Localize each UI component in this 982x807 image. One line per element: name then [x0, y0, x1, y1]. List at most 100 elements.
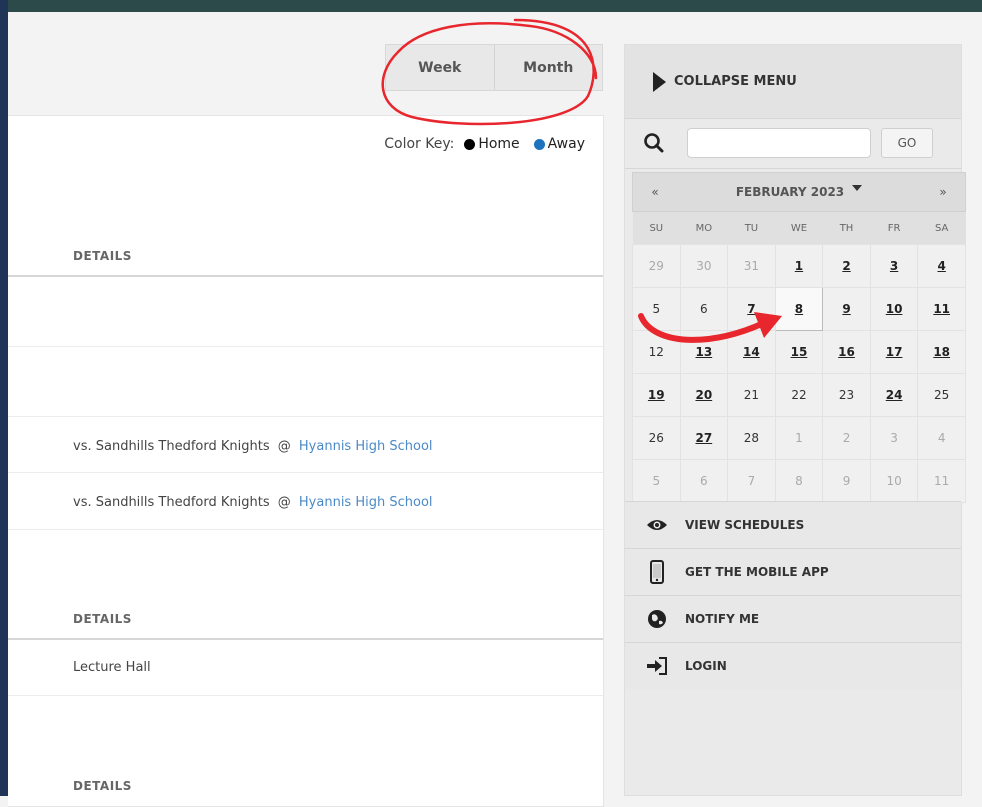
event-row[interactable]: vs. Sandhills Thedford Knights @ Hyannis…	[8, 439, 603, 454]
calendar-week: 26 27 28 1 2 3 4	[632, 416, 966, 460]
calendar-day[interactable]: 4	[917, 416, 966, 460]
location-link[interactable]: Hyannis High School	[299, 439, 433, 454]
calendar-day[interactable]: 29	[632, 244, 681, 288]
divider	[8, 472, 603, 473]
divider	[8, 638, 603, 640]
calendar-day[interactable]: 13	[679, 330, 729, 374]
calendar-day[interactable]: 1	[774, 244, 824, 288]
calendar-day[interactable]: 27	[679, 416, 729, 460]
calendar-header: « FEBRUARY 2023 »	[632, 172, 966, 212]
schedule-panel: Color Key: Home Away DETAILS vs. Sandhil…	[8, 115, 604, 807]
prev-month-button[interactable]: «	[633, 173, 677, 211]
away-label: Away	[547, 136, 585, 152]
calendar-day[interactable]: 26	[632, 416, 681, 460]
calendar-day[interactable]: 30	[679, 244, 729, 288]
weekday-row: SU MO TU WE TH FR SA	[632, 212, 966, 245]
calendar-day[interactable]: 31	[727, 244, 776, 288]
divider	[8, 695, 603, 696]
calendar-day[interactable]: 3	[869, 416, 919, 460]
search-row: GO	[625, 118, 961, 169]
next-month-button[interactable]: »	[921, 173, 965, 211]
divider	[8, 346, 603, 347]
calendar-day[interactable]: 19	[632, 373, 681, 417]
view-schedules-button[interactable]: VIEW SCHEDULES	[625, 501, 961, 548]
calendar-week: 19 20 21 22 23 24 25	[632, 373, 966, 417]
calendar-day[interactable]: 7	[727, 459, 776, 503]
play-triangle-icon	[653, 71, 666, 92]
calendar-day[interactable]: 9	[822, 459, 871, 503]
week-view-button[interactable]: Week	[386, 45, 494, 90]
go-button[interactable]: GO	[881, 128, 933, 158]
mini-calendar: « FEBRUARY 2023 » SU MO TU WE TH FR SA 2…	[632, 172, 966, 503]
calendar-week: 29 30 31 1 2 3 4	[632, 244, 966, 288]
event-row[interactable]: Lecture Hall	[8, 660, 603, 675]
calendar-day[interactable]: 28	[727, 416, 776, 460]
calendar-day[interactable]: 18	[917, 330, 966, 374]
calendar-day[interactable]: 2	[822, 416, 871, 460]
mobile-phone-icon	[645, 560, 669, 584]
globe-icon	[645, 608, 669, 630]
eye-icon	[645, 514, 669, 536]
away-color-dot	[533, 138, 545, 150]
calendar-day[interactable]: 14	[727, 330, 776, 374]
left-edge-bar	[0, 0, 8, 796]
mobile-app-label: GET THE MOBILE APP	[685, 565, 829, 579]
details-header: DETAILS	[73, 612, 132, 626]
mobile-app-button[interactable]: GET THE MOBILE APP	[625, 548, 961, 595]
color-key: Color Key: Home Away	[384, 136, 585, 152]
calendar-day[interactable]: 7	[727, 287, 776, 331]
login-button[interactable]: LOGIN	[625, 642, 961, 689]
weekday-label: TH	[822, 212, 871, 245]
month-title-text: FEBRUARY 2023	[735, 185, 845, 199]
event-row[interactable]: vs. Sandhills Thedford Knights @ Hyannis…	[8, 495, 603, 510]
calendar-day[interactable]: 22	[774, 373, 824, 417]
calendar-day[interactable]: 17	[869, 330, 919, 374]
calendar-day[interactable]: 25	[917, 373, 966, 417]
top-bar	[0, 0, 982, 12]
weekday-label: MO	[680, 212, 728, 245]
calendar-day[interactable]: 5	[632, 287, 681, 331]
calendar-day[interactable]: 20	[679, 373, 729, 417]
at-symbol: @	[277, 439, 291, 454]
calendar-grid: SU MO TU WE TH FR SA 29 30 31 1 2 3 4 5 …	[632, 212, 966, 503]
details-header: DETAILS	[73, 249, 132, 263]
calendar-day[interactable]: 16	[822, 330, 871, 374]
calendar-day[interactable]: 11	[917, 287, 966, 331]
search-icon[interactable]	[643, 132, 665, 154]
sidebar: COLLAPSE MENU GO « FEBRUARY 2023 » SU MO…	[624, 44, 966, 796]
calendar-week: 12 13 14 15 16 17 18	[632, 330, 966, 374]
calendar-day[interactable]: 3	[869, 244, 919, 288]
month-view-button[interactable]: Month	[493, 45, 603, 90]
notify-me-button[interactable]: NOTIFY ME	[625, 595, 961, 642]
calendar-day[interactable]: 8	[774, 459, 824, 503]
calendar-day[interactable]: 1	[774, 416, 824, 460]
weekday-label: FR	[870, 212, 918, 245]
home-label: Home	[478, 136, 520, 152]
month-title[interactable]: FEBRUARY 2023	[677, 173, 921, 211]
calendar-day[interactable]: 24	[869, 373, 919, 417]
calendar-day[interactable]: 21	[727, 373, 776, 417]
calendar-day[interactable]: 5	[632, 459, 681, 503]
search-input[interactable]	[687, 128, 871, 158]
sign-in-icon	[645, 655, 669, 677]
opponent-text: vs. Sandhills Thedford Knights	[73, 439, 270, 454]
calendar-day[interactable]: 23	[822, 373, 871, 417]
calendar-day[interactable]: 12	[632, 330, 681, 374]
divider	[8, 275, 603, 277]
calendar-day[interactable]: 6	[679, 287, 729, 331]
collapse-menu-button[interactable]: COLLAPSE MENU	[625, 45, 961, 119]
calendar-day[interactable]: 15	[774, 330, 824, 374]
location-link[interactable]: Hyannis High School	[299, 495, 433, 510]
calendar-day[interactable]: 2	[822, 244, 871, 288]
calendar-day[interactable]: 11	[917, 459, 966, 503]
calendar-day[interactable]: 4	[917, 244, 966, 288]
calendar-day[interactable]: 10	[869, 287, 919, 331]
divider	[8, 416, 603, 417]
login-label: LOGIN	[685, 659, 727, 673]
calendar-day-selected[interactable]: 8	[774, 287, 824, 331]
at-symbol: @	[277, 495, 291, 510]
calendar-day[interactable]: 10	[869, 459, 919, 503]
details-header: DETAILS	[73, 779, 132, 793]
calendar-day[interactable]: 6	[679, 459, 729, 503]
calendar-day[interactable]: 9	[822, 287, 871, 331]
